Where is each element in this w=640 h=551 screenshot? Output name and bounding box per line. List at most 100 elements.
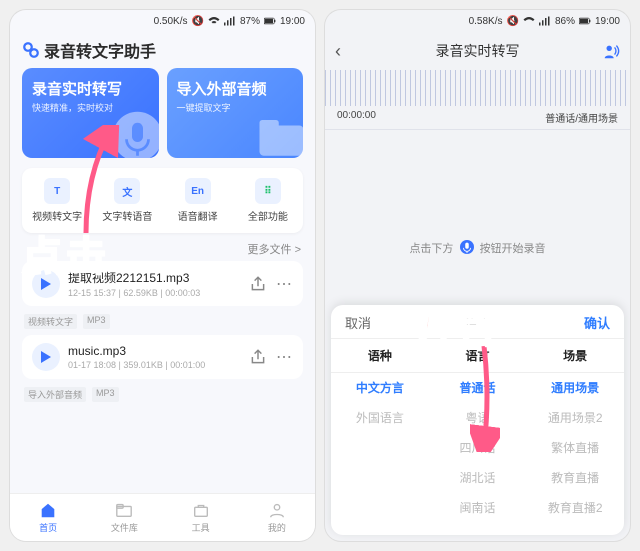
back-button[interactable]: ‹ bbox=[335, 41, 341, 62]
picker-col-language: 普通话 粤语 四川话 湖北话 闽南话 bbox=[429, 373, 527, 531]
waveform bbox=[325, 70, 630, 106]
col-head: 语言 bbox=[429, 339, 527, 372]
picker-col-scene: 通用场景 通用场景2 繁体直播 教育直播 教育直播2 bbox=[526, 373, 624, 531]
col-head: 语种 bbox=[331, 339, 429, 372]
file-meta: 12-15 15:37 | 62.59KB | 00:00:03 bbox=[68, 288, 241, 298]
status-bar: 0.58K/s 🔇 86% 19:00 bbox=[325, 10, 630, 32]
home-icon bbox=[39, 501, 57, 519]
tool-label: 语音翻译 bbox=[178, 208, 218, 223]
tab-label: 首页 bbox=[39, 521, 57, 534]
battery-pct: 86% bbox=[555, 16, 575, 27]
tab-label: 工具 bbox=[192, 521, 210, 534]
card-title: 录音实时转写 bbox=[32, 78, 149, 99]
app-logo-icon bbox=[22, 41, 40, 59]
wifi-icon bbox=[208, 16, 220, 26]
language-picker-sheet: 取消 语言 确认 语种 语言 场景 中文方言 外国语言 普通话 粤语 四川话 湖… bbox=[331, 305, 624, 535]
card-title: 导入外部音频 bbox=[177, 78, 294, 99]
file-item[interactable]: music.mp3 01-17 18:08 | 359.01KB | 00:01… bbox=[22, 335, 303, 379]
speaker-icon[interactable] bbox=[602, 42, 620, 60]
tool-all[interactable]: ⠿ 全部功能 bbox=[233, 178, 303, 223]
tool-voice-translate[interactable]: En 语音翻译 bbox=[163, 178, 233, 223]
picker-option[interactable]: 四川话 bbox=[429, 433, 527, 463]
timer-mode-row: 00:00:00 普通话/通用场景 bbox=[325, 106, 630, 130]
mute-icon: 🔇 bbox=[507, 16, 519, 27]
net-speed: 0.58K/s bbox=[469, 16, 503, 27]
tool-grid: T 视频转文字 文 文字转语音 En 语音翻译 ⠿ 全部功能 bbox=[22, 168, 303, 233]
page-title: 录音实时转写 bbox=[436, 41, 520, 61]
signal-icon bbox=[224, 16, 236, 26]
picker-option[interactable]: 闽南话 bbox=[429, 493, 527, 523]
share-icon[interactable] bbox=[249, 348, 267, 366]
file-item[interactable]: 提取视频2212151.mp3 12-15 15:37 | 62.59KB | … bbox=[22, 261, 303, 306]
picker-option[interactable]: 中文方言 bbox=[331, 373, 429, 403]
wifi-icon bbox=[523, 16, 535, 26]
more-icon[interactable]: ⋯ bbox=[275, 347, 293, 367]
confirm-button[interactable]: 确认 bbox=[584, 313, 610, 332]
picker-columns[interactable]: 中文方言 外国语言 普通话 粤语 四川话 湖北话 闽南话 通用场景 通用场景2 … bbox=[331, 373, 624, 531]
phone-left: 0.50K/s 🔇 87% 19:00 录音转文字助手 录音实时转写 快速精准，… bbox=[10, 10, 315, 541]
status-bar: 0.50K/s 🔇 87% 19:00 bbox=[10, 10, 315, 32]
battery-pct: 87% bbox=[240, 16, 260, 27]
play-button[interactable] bbox=[32, 270, 60, 298]
tab-tools[interactable]: 工具 bbox=[163, 494, 239, 541]
more-icon[interactable]: ⋯ bbox=[275, 274, 293, 294]
feature-cards: 录音实时转写 快速精准，实时校对 导入外部音频 一键提取文字 bbox=[10, 68, 315, 158]
file-tags: 导入外部音频MP3 bbox=[10, 385, 315, 408]
mic-icon bbox=[110, 109, 159, 158]
toolbox-icon bbox=[192, 501, 210, 519]
record-hint: 点击下方 按钮开始录音 bbox=[325, 240, 630, 256]
app-title-text: 录音转文字助手 bbox=[44, 38, 156, 62]
picker-option[interactable]: 通用场景2 bbox=[526, 403, 624, 433]
folder-icon bbox=[254, 109, 303, 158]
page-header: ‹ 录音实时转写 bbox=[325, 32, 630, 70]
video-text-icon: T bbox=[44, 178, 70, 204]
folder-icon bbox=[115, 501, 133, 519]
file-name: music.mp3 bbox=[68, 344, 241, 358]
picker-option[interactable]: 普通话 bbox=[429, 373, 527, 403]
tool-text-to-speech[interactable]: 文 文字转语音 bbox=[92, 178, 162, 223]
tab-label: 文件库 bbox=[111, 521, 138, 534]
person-icon bbox=[268, 501, 286, 519]
file-meta: 01-17 18:08 | 359.01KB | 00:01:00 bbox=[68, 360, 241, 370]
picker-option[interactable]: 教育直播2 bbox=[526, 493, 624, 523]
picker-option[interactable]: 繁体直播 bbox=[526, 433, 624, 463]
battery-icon bbox=[579, 16, 591, 26]
tool-label: 全部功能 bbox=[248, 208, 288, 223]
sheet-title: 语言 bbox=[464, 313, 490, 332]
tool-label: 文字转语音 bbox=[102, 208, 152, 223]
clock: 19:00 bbox=[280, 16, 305, 27]
grid-icon: ⠿ bbox=[255, 178, 281, 204]
picker-option[interactable]: 湖北话 bbox=[429, 463, 527, 493]
tool-video-to-text[interactable]: T 视频转文字 bbox=[22, 178, 92, 223]
picker-option[interactable]: 教育直播 bbox=[526, 463, 624, 493]
col-head: 场景 bbox=[526, 339, 624, 372]
cancel-button[interactable]: 取消 bbox=[345, 313, 371, 332]
picker-headers: 语种 语言 场景 bbox=[331, 338, 624, 373]
picker-col-kind: 中文方言 外国语言 bbox=[331, 373, 429, 531]
tts-icon: 文 bbox=[114, 178, 140, 204]
picker-option[interactable]: 通用场景 bbox=[526, 373, 624, 403]
mode-selector[interactable]: 普通话/通用场景 bbox=[545, 110, 618, 125]
net-speed: 0.50K/s bbox=[154, 16, 188, 27]
share-icon[interactable] bbox=[249, 275, 267, 293]
tab-label: 我的 bbox=[268, 521, 286, 534]
battery-icon bbox=[264, 16, 276, 26]
more-files-link[interactable]: 更多文件 > bbox=[10, 233, 315, 261]
card-import-audio[interactable]: 导入外部音频 一键提取文字 bbox=[167, 68, 304, 158]
signal-icon bbox=[539, 16, 551, 26]
picker-option[interactable]: 外国语言 bbox=[331, 403, 429, 433]
tab-files[interactable]: 文件库 bbox=[86, 494, 162, 541]
tab-home[interactable]: 首页 bbox=[10, 494, 86, 541]
clock: 19:00 bbox=[595, 16, 620, 27]
card-record-transcribe[interactable]: 录音实时转写 快速精准，实时校对 bbox=[22, 68, 159, 158]
tab-me[interactable]: 我的 bbox=[239, 494, 315, 541]
translate-icon: En bbox=[185, 178, 211, 204]
file-tags: 视频转文字MP3 bbox=[10, 312, 315, 335]
mic-icon bbox=[460, 240, 474, 254]
picker-option[interactable]: 粤语 bbox=[429, 403, 527, 433]
timer: 00:00:00 bbox=[337, 110, 376, 125]
bottom-tabbar: 首页 文件库 工具 我的 bbox=[10, 493, 315, 541]
tool-label: 视频转文字 bbox=[32, 208, 82, 223]
play-button[interactable] bbox=[32, 343, 60, 371]
phone-right: 0.58K/s 🔇 86% 19:00 ‹ 录音实时转写 00:00:00 普通… bbox=[325, 10, 630, 541]
